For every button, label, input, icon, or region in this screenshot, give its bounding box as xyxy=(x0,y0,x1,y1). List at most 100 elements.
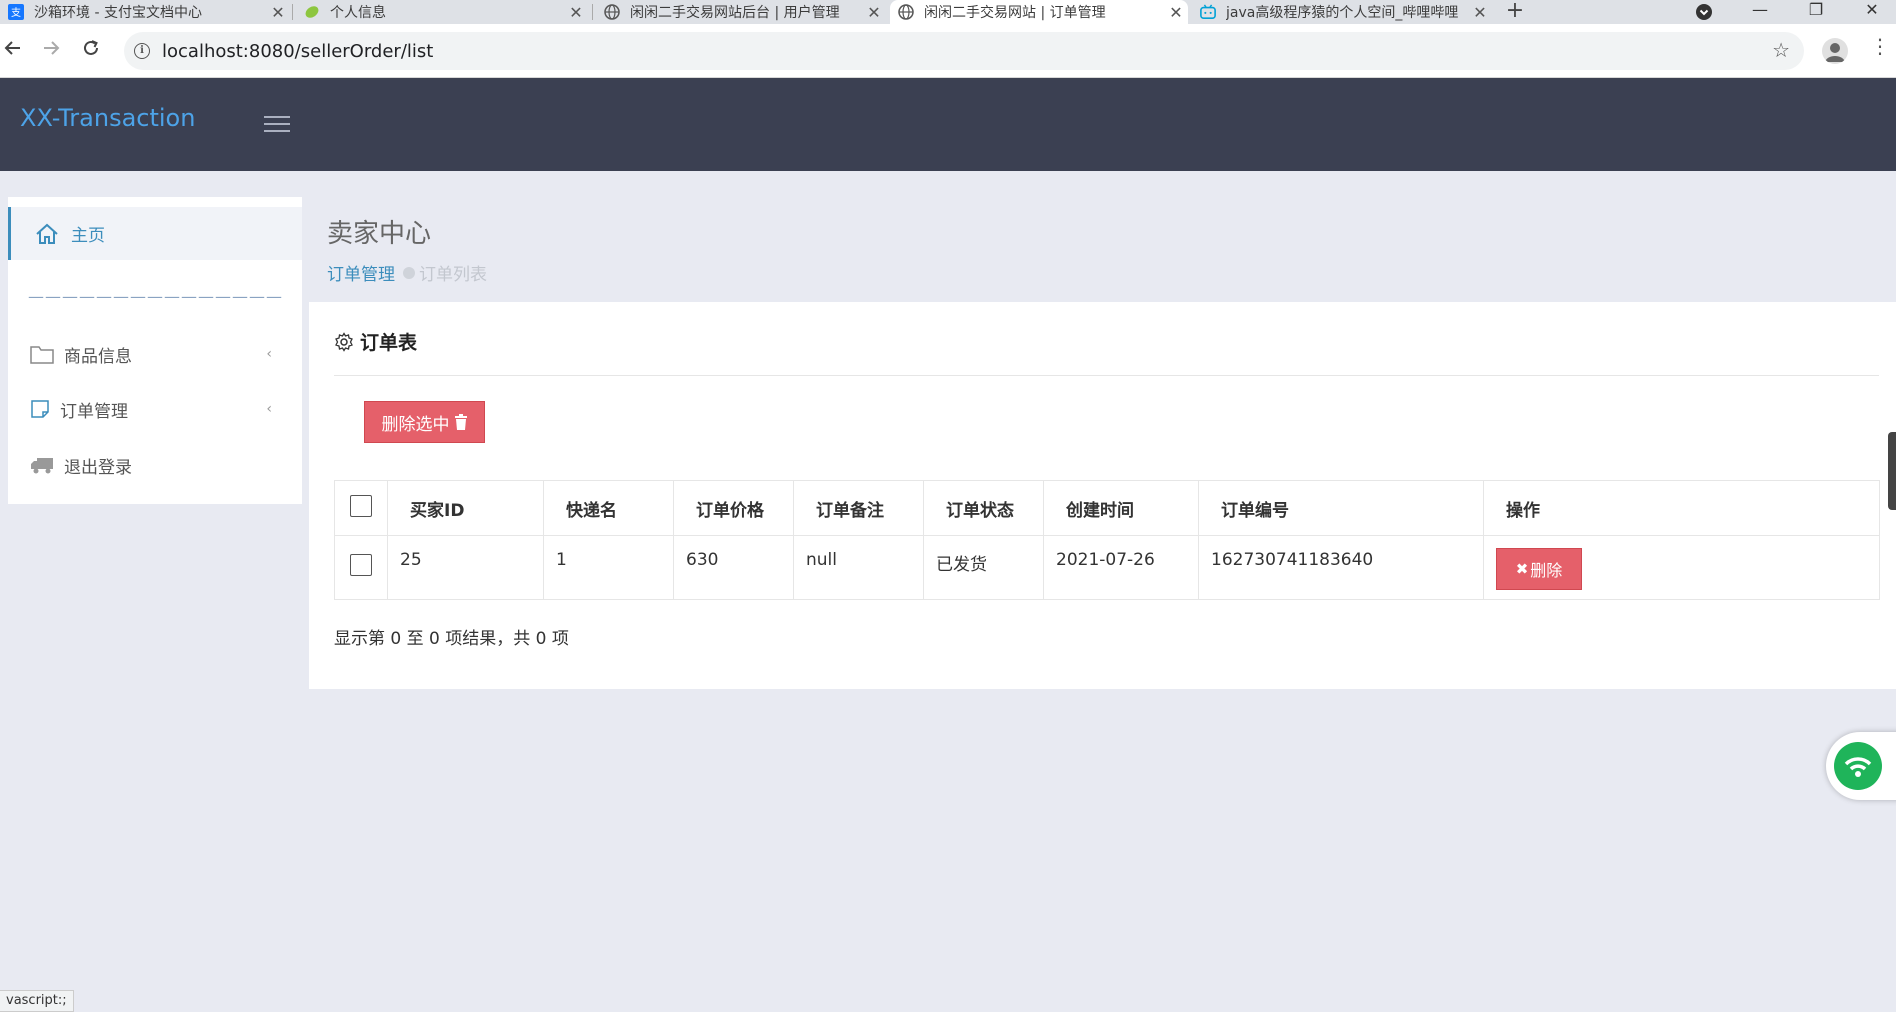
note-icon xyxy=(31,400,49,418)
new-tab-button[interactable]: + xyxy=(1500,0,1530,24)
orders-table: 买家ID 快递名 订单价格 订单备注 订单状态 创建时间 订单编号 操作 25 … xyxy=(334,480,1880,600)
tab-search-button[interactable] xyxy=(1682,0,1726,24)
chevron-down-icon xyxy=(1696,4,1712,20)
close-tab-icon[interactable]: ✕ xyxy=(1164,3,1188,22)
svg-text:支: 支 xyxy=(11,7,21,19)
menu-toggle-icon[interactable] xyxy=(264,116,290,134)
browser-tab-bar: 支 沙箱环境 - 支付宝文档中心 ✕ 个人信息 ✕ 闲闲二手交易网站后台 | 用… xyxy=(0,0,1896,24)
reload-icon xyxy=(84,40,98,55)
back-button[interactable] xyxy=(0,37,26,63)
note-cell: null xyxy=(793,535,924,600)
bookmark-star-icon[interactable]: ☆ xyxy=(1772,38,1790,62)
column-header[interactable]: 订单备注 xyxy=(793,480,924,536)
browser-tab-title: 闲闲二手交易网站 | 订单管理 xyxy=(924,5,1106,21)
browser-tab-title: 个人信息 xyxy=(330,5,386,21)
created-cell: 2021-07-26 xyxy=(1043,535,1199,600)
browser-menu-button[interactable]: ⋮ xyxy=(1870,34,1890,58)
row-checkbox[interactable] xyxy=(350,554,372,576)
browser-tab-title: 沙箱环境 - 支付宝文档中心 xyxy=(34,5,202,21)
divider xyxy=(334,375,1879,376)
column-header[interactable]: 订单状态 xyxy=(923,480,1044,536)
sidebar-item-home[interactable]: 主页 xyxy=(8,207,302,260)
profile-avatar[interactable] xyxy=(1822,38,1848,64)
sidebar-item-products[interactable]: 商品信息 ‹ xyxy=(8,328,302,380)
delete-row-label: 删除 xyxy=(1530,561,1563,580)
table-info: 显示第 0 至 0 项结果，共 0 项 xyxy=(334,629,569,649)
table-header-row: 买家ID 快递名 订单价格 订单备注 订单状态 创建时间 订单编号 操作 xyxy=(334,480,1880,536)
reload-button[interactable] xyxy=(78,37,104,63)
close-icon: ✖ xyxy=(1515,560,1529,578)
sidebar: 主页 ——————————————— 商品信息 ‹ 订单管理 ‹ 退出登录 xyxy=(8,197,302,504)
globe-icon xyxy=(898,4,914,20)
floating-network-widget[interactable] xyxy=(1826,732,1896,800)
table-row: 25 1 630 null 已发货 2021-07-26 16273074118… xyxy=(334,535,1880,600)
url-text: localhost:8080/sellerOrder/list xyxy=(162,41,434,62)
chevron-left-icon: ‹ xyxy=(266,346,272,362)
column-header[interactable]: 快递名 xyxy=(543,480,674,536)
browser-tab[interactable]: java高级程序猿的个人空间_哔哩哔哩 ✕ xyxy=(1192,0,1492,24)
sidebar-item-orders[interactable]: 订单管理 ‹ xyxy=(8,383,302,435)
brand-logo[interactable]: XX-Transaction xyxy=(20,104,195,132)
side-scroll-handle[interactable] xyxy=(1888,432,1896,510)
close-tab-icon[interactable]: ✕ xyxy=(266,3,290,22)
row-select-cell xyxy=(334,535,388,600)
tab-separator xyxy=(592,4,593,20)
breadcrumb-link[interactable]: 订单管理 xyxy=(327,260,395,285)
delete-selected-label: 删除选中 xyxy=(381,414,450,435)
sidebar-item-label: 主页 xyxy=(71,226,105,246)
browser-tab[interactable]: 闲闲二手交易网站后台 | 用户管理 ✕ xyxy=(596,0,886,24)
buyer-id-cell: 25 xyxy=(387,535,544,600)
browser-tab-title: java高级程序猿的个人空间_哔哩哔哩 xyxy=(1226,5,1459,21)
close-window-button[interactable]: ✕ xyxy=(1850,0,1894,24)
order-no-cell: 162730741183640 xyxy=(1198,535,1484,600)
close-tab-icon[interactable]: ✕ xyxy=(862,3,886,22)
close-tab-icon[interactable]: ✕ xyxy=(1468,3,1492,22)
chevron-left-icon: ‹ xyxy=(266,401,272,417)
sidebar-item-logout[interactable]: 退出登录 xyxy=(8,439,302,491)
delete-row-button[interactable]: ✖ 删除 xyxy=(1496,548,1582,590)
browser-tab[interactable]: 支 沙箱环境 - 支付宝文档中心 ✕ xyxy=(0,0,290,24)
address-bar[interactable]: i localhost:8080/sellerOrder/list ☆ xyxy=(124,32,1804,70)
forward-button[interactable] xyxy=(38,37,64,63)
leaf-icon xyxy=(304,4,320,20)
app-header: XX-Transaction xyxy=(0,78,1896,171)
status-bar: vascript:; xyxy=(0,990,74,1012)
browser-tab-active[interactable]: 闲闲二手交易网站 | 订单管理 ✕ xyxy=(890,0,1188,24)
forward-arrow-icon xyxy=(44,41,60,55)
column-header[interactable]: 创建时间 xyxy=(1043,480,1199,536)
sidebar-item-label: 订单管理 xyxy=(60,401,128,422)
sidebar-item-label: 商品信息 xyxy=(64,346,132,367)
tab-separator xyxy=(292,4,293,20)
select-all-checkbox[interactable] xyxy=(350,494,372,517)
page-title: 卖家中心 xyxy=(327,219,432,249)
actions-cell: ✖ 删除 xyxy=(1483,535,1880,600)
browser-toolbar: i localhost:8080/sellerOrder/list ☆ ⋮ xyxy=(0,24,1896,78)
folder-icon xyxy=(30,346,54,364)
browser-tab[interactable]: 个人信息 ✕ xyxy=(296,0,588,24)
breadcrumb-current: 订单列表 xyxy=(419,265,487,285)
sidebar-item-label: 退出登录 xyxy=(64,457,132,478)
minimize-button[interactable]: — xyxy=(1738,0,1782,24)
price-cell: 630 xyxy=(673,535,794,600)
truck-icon xyxy=(31,458,53,474)
orders-panel: 订单表 删除选中 买家ID 快递名 订单价格 订单备注 订单状态 创建时间 订单… xyxy=(309,302,1896,689)
column-header[interactable]: 买家ID xyxy=(387,480,544,536)
wifi-icon xyxy=(1834,742,1882,790)
globe-icon xyxy=(604,4,620,20)
close-tab-icon[interactable]: ✕ xyxy=(564,3,588,22)
delete-selected-button[interactable]: 删除选中 xyxy=(364,401,485,443)
column-header[interactable]: 订单编号 xyxy=(1198,480,1484,536)
person-icon xyxy=(1825,43,1845,62)
panel-title: 订单表 xyxy=(334,328,417,355)
status-cell: 已发货 xyxy=(923,535,1044,600)
courier-cell: 1 xyxy=(543,535,674,600)
column-header: 操作 xyxy=(1483,480,1880,536)
select-all-cell xyxy=(334,480,388,536)
browser-tab-title: 闲闲二手交易网站后台 | 用户管理 xyxy=(630,5,840,21)
alipay-icon: 支 xyxy=(8,4,24,20)
restore-button[interactable]: ❐ xyxy=(1794,0,1838,24)
panel-title-text: 订单表 xyxy=(360,332,418,354)
column-header[interactable]: 订单价格 xyxy=(673,480,794,536)
site-info-icon[interactable]: i xyxy=(134,43,150,59)
home-icon xyxy=(36,223,58,244)
